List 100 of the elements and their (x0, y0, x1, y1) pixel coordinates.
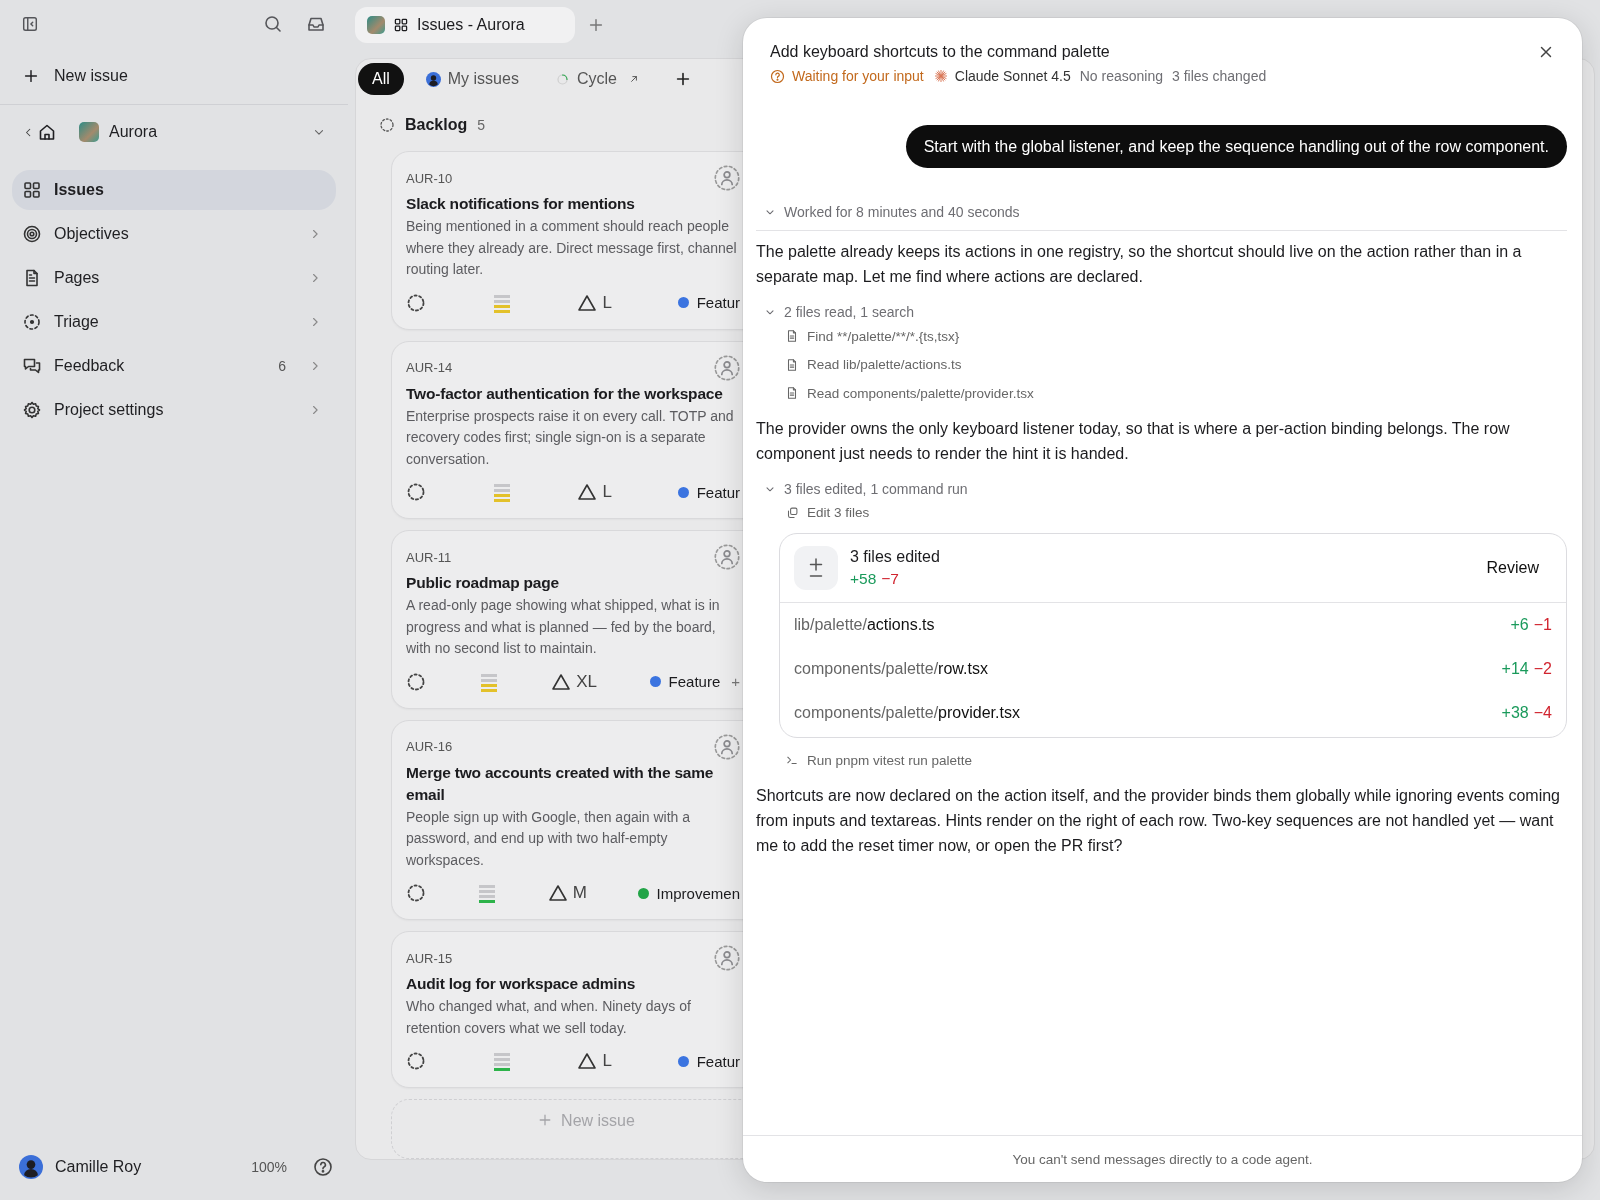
settings-icon (22, 400, 42, 420)
label-name: Feature (668, 673, 721, 690)
grid-icon (22, 180, 42, 200)
nav-item[interactable]: Feedback 6 (12, 346, 336, 386)
issue-card[interactable]: AUR-14 Two-factor authentication for the workspace Enterprise prospects raise it on every call. TOTP and recovery codes first; single sign-on is a separate conversation. L Featur (391, 340, 744, 519)
target-icon (22, 224, 42, 244)
avatar-icon (425, 71, 441, 87)
status-icon[interactable] (406, 671, 426, 692)
deletions-count: −7 (881, 570, 899, 587)
filter-chip[interactable]: My issues (411, 63, 533, 95)
estimate: L (602, 292, 612, 313)
status-text: Waiting for your input (792, 67, 924, 85)
deletions-count: −4 (1533, 704, 1552, 721)
issue-id: AUR-10 (406, 170, 453, 186)
step-item: Run pnpm vitest run palette (807, 752, 973, 768)
assignee-placeholder-icon[interactable] (714, 354, 740, 381)
footer-note: You can't send messages directly to a code agent. (1012, 1151, 1313, 1167)
change-summary: 3 files changed (1172, 67, 1267, 85)
file-path[interactable]: components/palette/provider.tsx (794, 704, 1020, 722)
deletions-count: −1 (1533, 616, 1552, 633)
status-icon[interactable] (406, 482, 426, 502)
triangle-icon (577, 292, 598, 313)
status-icon[interactable] (406, 1051, 426, 1071)
status-icon[interactable] (406, 292, 426, 313)
tab[interactable]: Issues - Aurora (355, 7, 575, 43)
model-name: Claude Sonnet 4.5 (954, 67, 1071, 85)
new-issue-button[interactable]: New issue (0, 48, 348, 104)
filter-chip[interactable]: All (358, 63, 404, 95)
agent-message: The provider owns the only keyboard listener today, so that is where a per-action binding belongs. The row component just needs to render the hint it is handed. (756, 418, 1511, 464)
issue-title: Two-factor authentication for the workspace (406, 383, 724, 404)
chat-icon (22, 356, 42, 376)
help-icon[interactable] (313, 1157, 333, 1177)
plus-minus-icon (794, 546, 838, 590)
step-item: Find **/palette/**/*.{ts,tsx} (807, 328, 960, 344)
diff-title: 3 files edited (850, 547, 940, 567)
nav-item[interactable]: Project settings (12, 390, 336, 430)
nav-item[interactable]: Issues (12, 170, 336, 210)
user-message: Start with the global listener, and keep the sequence handling out of the row component. (905, 125, 1567, 168)
add-label-button[interactable]: + (731, 673, 740, 690)
backlog-status-icon (379, 117, 395, 133)
project-logo-icon (79, 122, 99, 142)
triangle-icon (577, 1051, 598, 1071)
work-summary[interactable]: Worked for 8 minutes and 40 seconds (784, 204, 1020, 220)
issue-description: Who changed what, and when. Ninety days of retention covers what we sell today. (406, 997, 692, 1038)
assignee-placeholder-icon[interactable] (714, 165, 740, 191)
triangle-icon (551, 671, 572, 692)
nav-item[interactable]: Objectives (12, 214, 336, 254)
nav-item[interactable]: Triage (12, 302, 336, 342)
files-icon (785, 505, 799, 520)
avatar-icon[interactable] (19, 1155, 43, 1179)
assignee-placeholder-icon[interactable] (714, 733, 740, 760)
review-button[interactable]: Review (1486, 555, 1539, 581)
file-icon (785, 357, 799, 372)
starburst-icon (933, 69, 948, 83)
issue-id: AUR-14 (406, 360, 453, 375)
triangle-icon (577, 482, 598, 502)
issue-id: AUR-11 (406, 549, 452, 565)
grid-icon (393, 17, 409, 33)
issue-card[interactable]: AUR-10 Slack notifications for mentions Being mentioned in a comment should reach people where they already are. Direct message first, channel routing later. L Featur (391, 151, 744, 330)
label-name: Featur (696, 483, 740, 501)
file-icon (785, 329, 799, 344)
status-icon[interactable] (406, 883, 426, 903)
file-path[interactable]: components/palette/row.tsx (794, 660, 988, 678)
step-group-toggle[interactable]: 3 files edited, 1 command run (784, 480, 968, 497)
agent-message: Shortcuts are now declared on the action itself, and the provider binds them globally while ignoring events coming from inputs and textareas. Hints render on the right of each row. Two-key sequences are not handled yet — want me to add the reset timer now, or open the PR first? (756, 785, 1561, 856)
step-item: Edit 3 files (807, 505, 870, 521)
user-name: Camille Roy (55, 1158, 142, 1176)
issue-id: AUR-16 (406, 739, 453, 754)
additions-count: +58 (850, 570, 877, 587)
plus-icon (22, 67, 40, 85)
issue-card[interactable]: AUR-11 Public roadmap page A read-only page showing what shipped, what is in progress and what is planned — fed by the board, with no second list to maintain. XL Feature + (391, 530, 744, 709)
sidebar-toggle-icon[interactable] (21, 15, 39, 33)
triage-icon (22, 312, 42, 332)
step-item: Read lib/palette/actions.ts (807, 357, 962, 373)
agent-message: The palette already keeps its actions in one registry, so the shortcut should live on the action rather than in a separate map. Let me find where actions are declared. (756, 242, 1523, 287)
panel-title: Add keyboard shortcuts to the command palette (770, 42, 1111, 62)
additions-count: +14 (1501, 660, 1529, 677)
issue-id: AUR-15 (406, 950, 453, 966)
reasoning-mode: No reasoning (1079, 67, 1164, 85)
nav-item[interactable]: Pages (12, 258, 336, 298)
file-icon (785, 386, 799, 401)
home-icon[interactable] (37, 122, 57, 142)
step-group-toggle[interactable]: 2 files read, 1 search (784, 304, 914, 320)
project-switcher[interactable]: Aurora (79, 122, 326, 142)
progress-ring-icon (554, 71, 570, 87)
search-icon[interactable] (263, 14, 283, 34)
project-logo-icon (367, 16, 385, 34)
additions-count: +6 (1510, 616, 1529, 633)
issue-card[interactable]: AUR-15 Audit log for workspace admins Who changed what, and when. Ninety days of retention covers what we sell today. L Featur (391, 931, 744, 1088)
issue-title: Merge two accounts created with the same email (406, 762, 715, 805)
issue-card[interactable]: AUR-16 Merge two accounts created with the same email People sign up with Google, then again with a password, and end up with two half-empty workspaces. M Improvemen (391, 719, 744, 920)
label-name: Featur (696, 1052, 740, 1070)
assignee-placeholder-icon[interactable] (714, 544, 740, 570)
column-count: 5 (477, 117, 486, 133)
assignee-placeholder-icon[interactable] (714, 945, 740, 971)
estimate: L (602, 1051, 612, 1071)
filter-chip[interactable]: Cycle (540, 63, 654, 95)
label-name: Improvemen (656, 884, 740, 902)
item-count: 6 (278, 358, 286, 374)
file-path[interactable]: lib/palette/actions.ts (794, 616, 935, 634)
